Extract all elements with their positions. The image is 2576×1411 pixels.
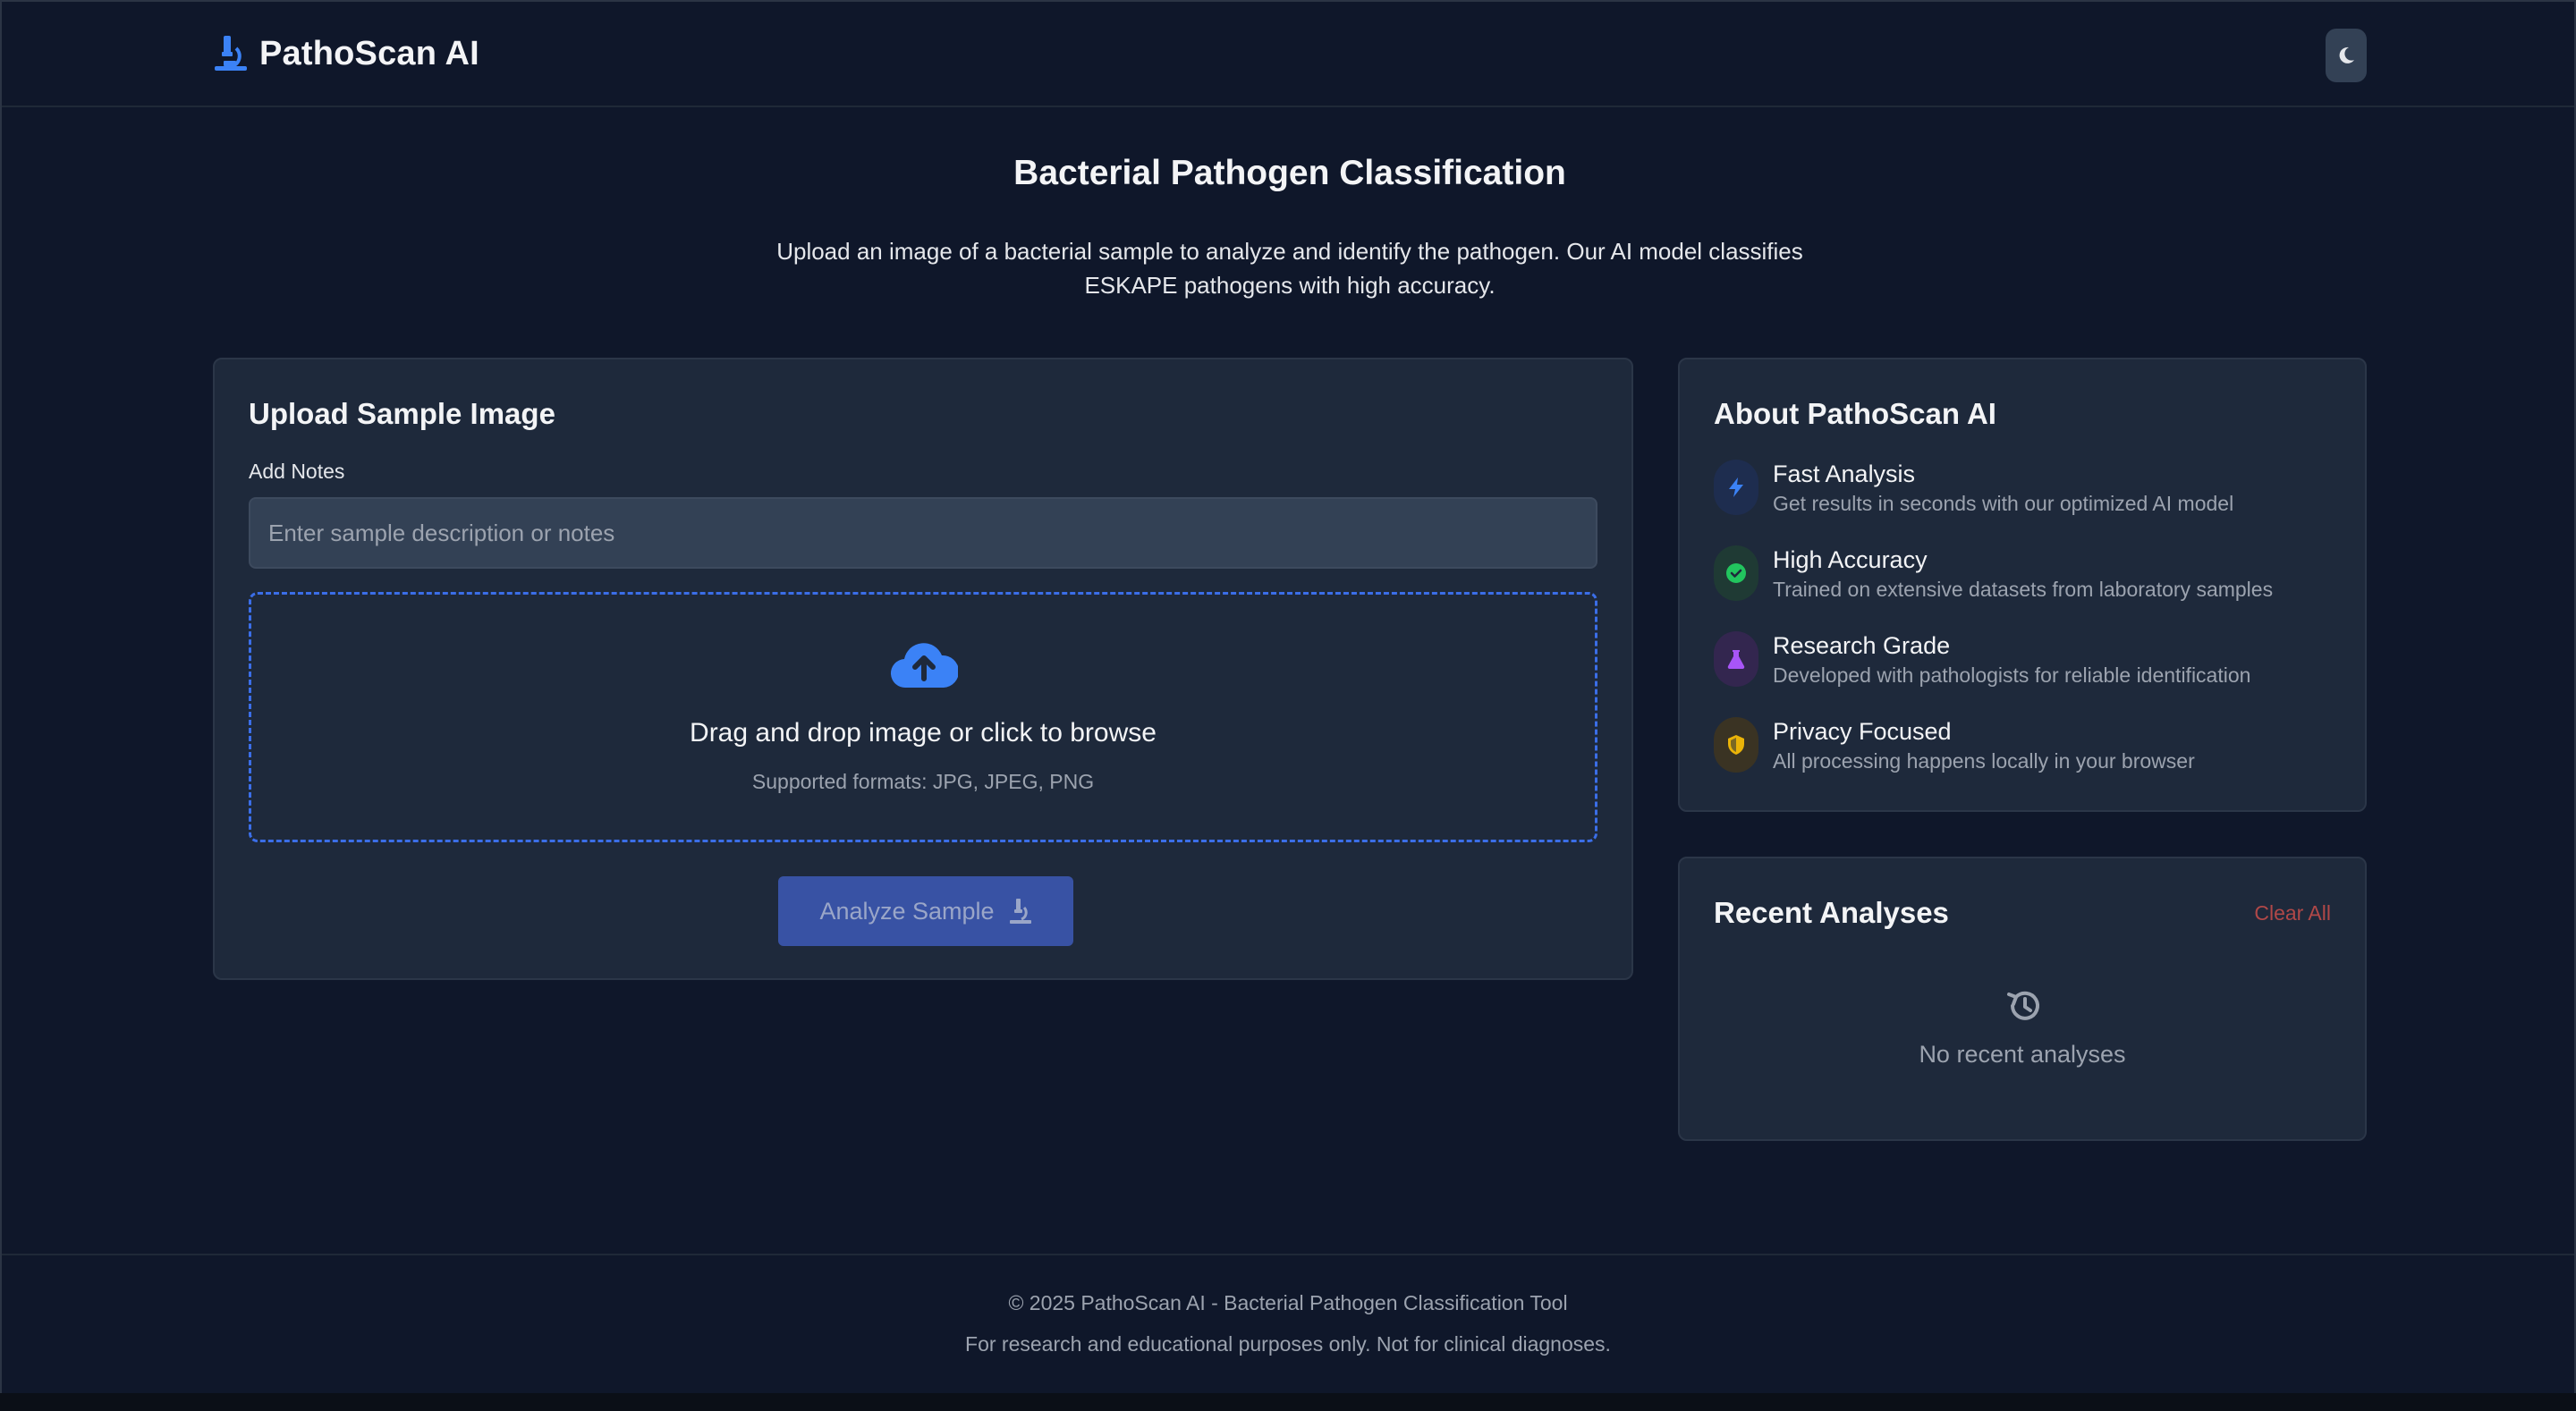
recent-card-title: Recent Analyses <box>1714 896 1949 929</box>
feature-fast-analysis: Fast Analysis Get results in seconds wit… <box>1714 460 2233 517</box>
upload-card: Upload Sample Image Add Notes Drag and d… <box>213 358 1633 980</box>
bolt-icon <box>1714 460 1758 515</box>
footer: © 2025 PathoScan AI - Bacterial Pathogen… <box>2 1254 2574 1395</box>
feature-desc: Developed with pathologists for reliable… <box>1773 663 2251 687</box>
page-description: Upload an image of a bacterial sample to… <box>776 238 1803 299</box>
feature-title: Research Grade <box>1773 632 1951 659</box>
analyze-sample-label: Analyze Sample <box>819 897 995 925</box>
feature-privacy-focused: Privacy Focused All processing happens l… <box>1714 717 2195 774</box>
feature-high-accuracy: High Accuracy Trained on extensive datas… <box>1714 545 2273 603</box>
brand-title: PathoScan AI <box>259 34 479 72</box>
upload-card-title: Upload Sample Image <box>249 397 555 430</box>
feature-research-grade: Research Grade Developed with pathologis… <box>1714 631 2250 689</box>
top-header: PathoScan AI <box>2 2 2574 107</box>
feature-title: High Accuracy <box>1773 546 1928 573</box>
feature-desc: All processing happens locally in your b… <box>1773 749 2195 773</box>
microscope-icon <box>215 36 247 71</box>
window-bottom-edge <box>0 1393 2576 1411</box>
microscope-icon <box>1009 899 1031 924</box>
footer-copyright: © 2025 PathoScan AI - Bacterial Pathogen… <box>1008 1291 1568 1314</box>
shield-icon <box>1714 717 1758 773</box>
feature-title: Fast Analysis <box>1773 460 1916 487</box>
clear-all-button[interactable]: Clear All <box>2254 901 2331 925</box>
recent-analyses-card: Recent Analyses Clear All No recent anal… <box>1678 857 2367 1141</box>
notes-label: Add Notes <box>249 460 345 483</box>
analyze-sample-button[interactable]: Analyze Sample <box>778 876 1073 946</box>
feature-title: Privacy Focused <box>1773 718 1952 745</box>
image-dropzone[interactable]: Drag and drop image or click to browse S… <box>249 592 1597 842</box>
page-title: Bacterial Pathogen Classification <box>1013 154 1566 192</box>
dropzone-formats: Supported formats: JPG, JPEG, PNG <box>751 770 1095 793</box>
flask-icon <box>1714 631 1758 687</box>
moon-icon <box>2339 46 2354 63</box>
app-window: PathoScan AI Bacterial Pathogen Classifi… <box>0 0 2576 1393</box>
check-circle-icon <box>1714 545 1758 601</box>
feature-desc: Get results in seconds with our optimize… <box>1773 492 2234 515</box>
notes-input[interactable] <box>249 497 1597 569</box>
theme-toggle-button[interactable] <box>2326 29 2367 82</box>
about-card: About PathoScan AI Fast Analysis Get res… <box>1678 358 2367 812</box>
feature-desc: Trained on extensive datasets from labor… <box>1773 578 2274 601</box>
brand[interactable]: PathoScan AI <box>213 34 479 73</box>
cloud-upload-icon <box>891 643 958 689</box>
footer-disclaimer: For research and educational purposes on… <box>965 1332 1611 1356</box>
empty-state-text: No recent analyses <box>1919 1041 2126 1068</box>
history-icon <box>2007 991 2039 1020</box>
dropzone-title: Drag and drop image or click to browse <box>690 718 1157 748</box>
about-card-title: About PathoScan AI <box>1714 397 1996 430</box>
